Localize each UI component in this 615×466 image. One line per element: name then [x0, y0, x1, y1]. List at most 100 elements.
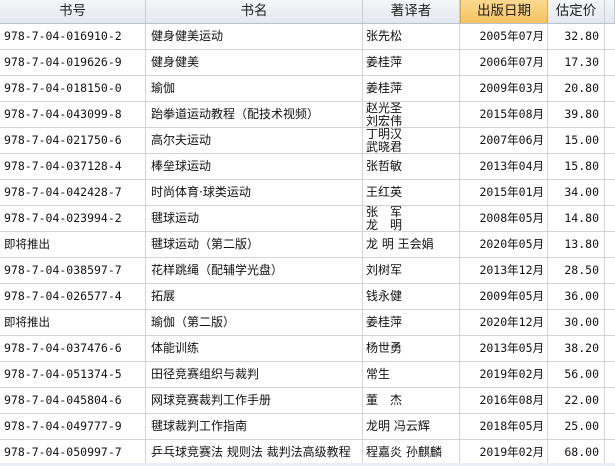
table-row[interactable]: 978-7-04-042428-7 时尚体育·球类运动 王红英 2015年01月 34.… — [0, 180, 615, 206]
cell-isbn[interactable]: 978-7-04-050997-7 — [0, 440, 146, 465]
cell-author[interactable]: 姜桂萍 — [363, 50, 460, 75]
table-row[interactable]: 978-7-04-023994-2 毽球运动张 军龙 明 2008年05月 14.80 — [0, 206, 615, 232]
cell-title[interactable]: 网球竞赛裁判工作手册 — [146, 388, 363, 413]
cell-price[interactable]: 13.80 — [548, 232, 605, 257]
cell-author[interactable]: 王红英 — [363, 180, 460, 205]
column-header-extra[interactable] — [605, 0, 615, 23]
cell-title[interactable]: 健身健美运动 — [146, 24, 363, 49]
cell-author[interactable]: 董 杰 — [363, 388, 460, 413]
table-row[interactable]: 978-7-04-037128-4 棒垒球运动 张哲敏 2013年04月 15.80 — [0, 154, 615, 180]
table-row[interactable]: 978-7-04-018150-0 瑜伽 姜桂萍 2009年03月 20.80 — [0, 76, 615, 102]
cell-date[interactable]: 2013年05月 — [460, 336, 548, 361]
column-header-isbn[interactable]: 书号 — [0, 0, 146, 23]
cell-isbn[interactable]: 978-7-04-043099-8 — [0, 102, 146, 127]
table-row[interactable]: 978-7-04-043099-8 跆拳道运动教程（配技术视频） 赵光圣 刘宏伟 201… — [0, 102, 615, 128]
cell-isbn[interactable]: 即将推出 — [0, 232, 146, 257]
table-row[interactable]: 978-7-04-037476-6 体能训练 杨世勇 2013年05月 38.20 — [0, 336, 615, 362]
cell-title[interactable]: 跆拳道运动教程（配技术视频） — [146, 102, 363, 127]
cell-title[interactable]: 拓展 — [146, 284, 363, 309]
cell-extra[interactable] — [605, 232, 615, 257]
cell-isbn[interactable]: 978-7-04-038597-7 — [0, 258, 146, 283]
cell-isbn[interactable]: 978-7-04-045804-6 — [0, 388, 146, 413]
cell-extra[interactable] — [605, 388, 615, 413]
cell-date[interactable]: 2016年08月 — [460, 388, 548, 413]
cell-title[interactable]: 瑜伽（第二版） — [146, 310, 363, 335]
cell-extra[interactable] — [605, 24, 615, 49]
cell-price[interactable]: 38.20 — [548, 336, 605, 361]
cell-title[interactable]: 棒垒球运动 — [146, 154, 363, 179]
cell-extra[interactable] — [605, 76, 615, 101]
cell-date[interactable]: 2007年06月 — [460, 128, 548, 153]
cell-date[interactable]: 2020年05月 — [460, 232, 548, 257]
cell-title[interactable]: 毽球运动 — [146, 206, 363, 231]
cell-title[interactable]: 毽球裁判工作指南 — [146, 414, 363, 439]
cell-author[interactable]: 龙 明 王会娟 — [363, 232, 460, 257]
cell-isbn[interactable]: 978-7-04-019626-9 — [0, 50, 146, 75]
column-header-price[interactable]: 估定价 — [548, 0, 605, 23]
cell-author[interactable]: 张先松 — [363, 24, 460, 49]
cell-date[interactable]: 2005年07月 — [460, 24, 548, 49]
cell-date[interactable]: 2019年02月 — [460, 440, 548, 465]
cell-extra[interactable] — [605, 102, 615, 127]
table-row[interactable]: 即将推出 毽球运动（第二版）龙 明 王会娟 2020年05月 13.80 — [0, 232, 615, 258]
cell-author[interactable]: 张 军龙 明 — [363, 206, 460, 231]
cell-title[interactable]: 健身健美 — [146, 50, 363, 75]
cell-extra[interactable] — [605, 310, 615, 335]
cell-price[interactable]: 15.00 — [548, 128, 605, 153]
cell-author[interactable]: 丁明汉 武晓君 — [363, 128, 460, 153]
cell-price[interactable]: 39.80 — [548, 102, 605, 127]
cell-price[interactable]: 17.30 — [548, 50, 605, 75]
cell-author[interactable]: 刘树军 — [363, 258, 460, 283]
cell-price[interactable]: 32.80 — [548, 24, 605, 49]
cell-date[interactable]: 2015年01月 — [460, 180, 548, 205]
cell-isbn[interactable]: 978-7-04-023994-2 — [0, 206, 146, 231]
cell-price[interactable]: 22.00 — [548, 388, 605, 413]
cell-date[interactable]: 2008年05月 — [460, 206, 548, 231]
cell-date[interactable]: 2019年02月 — [460, 362, 548, 387]
cell-extra[interactable] — [605, 362, 615, 387]
table-row[interactable]: 978-7-04-049777-9 毽球裁判工作指南 龙明 冯云辉 2018年05月 2… — [0, 414, 615, 440]
cell-isbn[interactable]: 978-7-04-037128-4 — [0, 154, 146, 179]
cell-date[interactable]: 2009年05月 — [460, 284, 548, 309]
cell-price[interactable]: 25.00 — [548, 414, 605, 439]
cell-price[interactable]: 68.00 — [548, 440, 605, 465]
cell-author[interactable]: 杨世勇 — [363, 336, 460, 361]
column-header-author[interactable]: 著译者 — [363, 0, 460, 23]
cell-extra[interactable] — [605, 206, 615, 231]
cell-extra[interactable] — [605, 258, 615, 283]
cell-price[interactable]: 56.00 — [548, 362, 605, 387]
cell-extra[interactable] — [605, 336, 615, 361]
cell-price[interactable]: 20.80 — [548, 76, 605, 101]
table-row[interactable]: 978-7-04-045804-6 网球竞赛裁判工作手册董 杰 2016年08月 22… — [0, 388, 615, 414]
table-row[interactable]: 978-7-04-016910-2 健身健美运动 张先松 2005年07月 32.80 — [0, 24, 615, 50]
cell-isbn[interactable]: 978-7-04-018150-0 — [0, 76, 146, 101]
cell-author[interactable]: 姜桂萍 — [363, 76, 460, 101]
cell-date[interactable]: 2015年08月 — [460, 102, 548, 127]
cell-title[interactable]: 高尔夫运动 — [146, 128, 363, 153]
cell-title[interactable]: 时尚体育·球类运动 — [146, 180, 363, 205]
cell-date[interactable]: 2009年03月 — [460, 76, 548, 101]
table-row[interactable]: 978-7-04-021750-6 高尔夫运动 丁明汉 武晓君 2007年06月 15.0… — [0, 128, 615, 154]
cell-title[interactable]: 乒乓球竞赛法 规则法 裁判法高级教程 — [146, 440, 363, 465]
table-row[interactable]: 978-7-04-019626-9 健身健美 姜桂萍 2006年07月 17.30 — [0, 50, 615, 76]
cell-price[interactable]: 34.00 — [548, 180, 605, 205]
cell-price[interactable]: 28.50 — [548, 258, 605, 283]
cell-date[interactable]: 2018年05月 — [460, 414, 548, 439]
table-row[interactable]: 即将推出 瑜伽（第二版） 姜桂萍 2020年12月 30.00 — [0, 310, 615, 336]
cell-extra[interactable] — [605, 440, 615, 465]
cell-title[interactable]: 田径竞赛组织与裁判 — [146, 362, 363, 387]
cell-extra[interactable] — [605, 284, 615, 309]
cell-title[interactable]: 体能训练 — [146, 336, 363, 361]
cell-price[interactable]: 36.00 — [548, 284, 605, 309]
cell-isbn[interactable]: 978-7-04-037476-6 — [0, 336, 146, 361]
cell-extra[interactable] — [605, 414, 615, 439]
cell-price[interactable]: 15.80 — [548, 154, 605, 179]
cell-author[interactable]: 张哲敏 — [363, 154, 460, 179]
column-header-date[interactable]: 出版日期 — [460, 0, 548, 23]
cell-isbn[interactable]: 978-7-04-021750-6 — [0, 128, 146, 153]
cell-title[interactable]: 花样跳绳（配辅学光盘） — [146, 258, 363, 283]
cell-author[interactable]: 钱永健 — [363, 284, 460, 309]
cell-price[interactable]: 14.80 — [548, 206, 605, 231]
table-row[interactable]: 978-7-04-026577-4 拓展 钱永健 2009年05月 36.00 — [0, 284, 615, 310]
cell-author[interactable]: 常生 — [363, 362, 460, 387]
